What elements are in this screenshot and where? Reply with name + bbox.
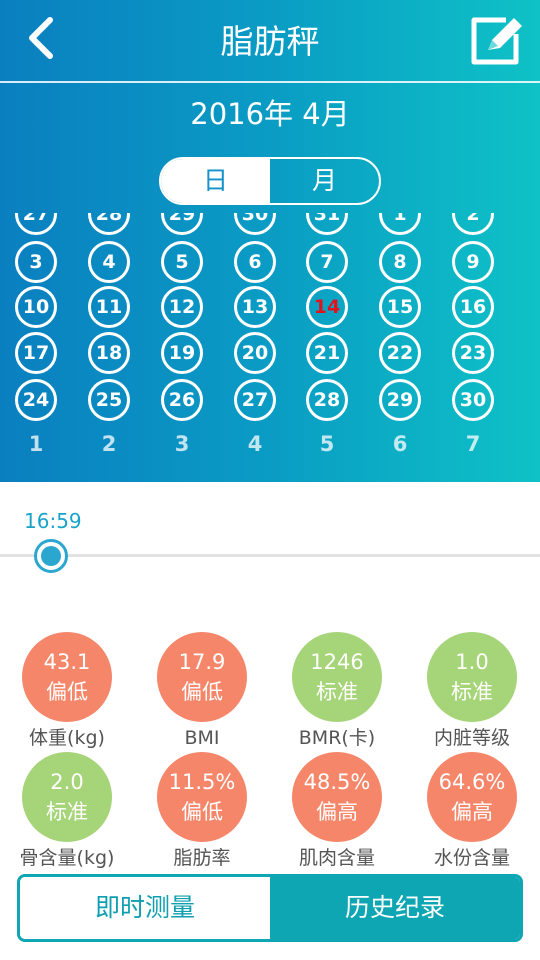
metric-status: 标准 [46,800,88,824]
top-bar: 脂肪秤 [0,0,540,82]
week-label: 3 [174,432,190,456]
measure-now-button[interactable]: 即时测量 [20,877,270,939]
calendar-day[interactable]: 3 [15,241,57,283]
calendar-day[interactable]: 18 [88,332,130,374]
metric-card[interactable]: 43.1 偏低体重(kg) [7,632,127,751]
metric-bubble: 1246 标准 [292,632,382,722]
calendar-day[interactable]: 10 [15,286,57,328]
calendar-day[interactable]: 26 [161,379,203,421]
metric-status: 偏高 [451,800,493,824]
metric-card[interactable]: 17.9 偏低 BMI [142,632,262,751]
metric-value: 43.1 [43,650,91,674]
metric-name: 体重(kg) [29,727,105,749]
calendar-day[interactable]: 21 [306,332,348,374]
calendar-day[interactable]: 9 [452,241,494,283]
time-slider-track[interactable] [0,554,540,557]
week-label: 6 [392,432,408,456]
history-button[interactable]: 历史纪录 [270,877,520,939]
metric-bubble: 11.5% 偏低 [157,752,247,842]
metric-bubble: 64.6% 偏高 [427,752,517,842]
metric-card[interactable]: 48.5% 偏高肌肉含量 [277,752,397,871]
metric-card[interactable]: 1.0 标准内脏等级 [412,632,532,751]
week-label: 2 [101,432,117,456]
calendar-day[interactable]: 7 [306,241,348,283]
calendar-day[interactable]: 22 [379,332,421,374]
calendar-day[interactable]: 5 [161,241,203,283]
week-label: 5 [319,432,335,456]
calendar-day[interactable]: 20 [234,332,276,374]
calendar-day[interactable]: 31 [306,213,348,235]
metric-value: 11.5% [168,770,236,794]
calendar-day[interactable]: 24 [15,379,57,421]
metric-card[interactable]: 64.6% 偏高水份含量 [412,752,532,871]
bottom-tab-bar: 即时测量 历史纪录 [17,874,523,942]
header-area: 脂肪秤 2016年 4月 日 月 27 28 29 30 31 1 2 3 4 5 6 7 8 9 10 11… [0,0,540,482]
metric-status: 偏低 [181,800,223,824]
slider-thumb-dot [41,546,61,566]
calendar-day[interactable]: 15 [379,286,421,328]
metric-card[interactable]: 1246 标准 BMR(卡) [277,632,397,751]
calendar-day[interactable]: 27 [15,213,57,235]
time-slider-thumb[interactable] [34,539,68,573]
metric-value: 2.0 [50,770,84,794]
metric-card[interactable]: 11.5% 偏低脂肪率 [142,752,262,871]
month-label: 2016年 4月 [190,97,350,131]
time-label: 16:59 [24,509,82,533]
edit-icon [471,17,522,65]
calendar-day[interactable]: 30 [452,379,494,421]
week-label: 1 [28,432,44,456]
metric-name: 内脏等级 [433,727,510,749]
metric-status: 偏低 [46,680,88,704]
edit-button[interactable] [468,12,526,68]
calendar-day[interactable]: 11 [88,286,130,328]
header-divider [0,81,540,83]
metric-bubble: 2.0 标准 [22,752,112,842]
metric-name: 脂肪率 [173,847,231,869]
calendar-day[interactable]: 13 [234,286,276,328]
metric-name: BMR(卡) [298,727,376,749]
metric-bubble: 48.5% 偏高 [292,752,382,842]
calendar-day[interactable]: 16 [452,286,494,328]
calendar-day[interactable]: 28 [306,379,348,421]
calendar-day[interactable]: 6 [234,241,276,283]
metric-value: 48.5% [303,770,371,794]
metric-bubble: 17.9 偏低 [157,632,247,722]
metric-status: 标准 [316,680,358,704]
metric-name: 水份含量 [433,847,510,869]
toggle-day[interactable]: 日 [161,159,270,203]
calendar-day[interactable]: 23 [452,332,494,374]
week-label: 4 [247,432,263,456]
calendar-day[interactable]: 19 [161,332,203,374]
calendar-day[interactable]: 29 [161,213,203,235]
calendar-day[interactable]: 4 [88,241,130,283]
calendar-day[interactable]: 29 [379,379,421,421]
calendar-day[interactable]: 28 [88,213,130,235]
metric-value: 1.0 [455,650,489,674]
metric-value: 64.6% [438,770,506,794]
metric-bubble: 43.1 偏低 [22,632,112,722]
page-title: 脂肪秤 [220,22,320,61]
calendar-day[interactable]: 12 [161,286,203,328]
calendar-day[interactable]: 14 [306,286,348,328]
metric-name: 肌肉含量 [298,847,375,869]
metric-value: 1246 [310,650,364,674]
metric-name: 骨含量(kg) [19,847,115,869]
week-label: 7 [465,432,481,456]
calendar-day[interactable]: 2 [452,213,494,235]
metric-status: 偏低 [181,680,223,704]
metric-value: 17.9 [178,650,226,674]
toggle-month[interactable]: 月 [270,159,379,203]
calendar-day[interactable]: 17 [15,332,57,374]
calendar-day[interactable]: 8 [379,241,421,283]
metric-status: 标准 [451,680,493,704]
calendar-day[interactable]: 27 [234,379,276,421]
metric-card[interactable]: 2.0 标准骨含量(kg) [7,752,127,871]
view-toggle: 日 月 [159,157,381,205]
metric-status: 偏高 [316,800,358,824]
calendar-day[interactable]: 30 [234,213,276,235]
calendar-day[interactable]: 1 [379,213,421,235]
calendar-day[interactable]: 25 [88,379,130,421]
metric-name: BMI [184,727,220,749]
metric-bubble: 1.0 标准 [427,632,517,722]
